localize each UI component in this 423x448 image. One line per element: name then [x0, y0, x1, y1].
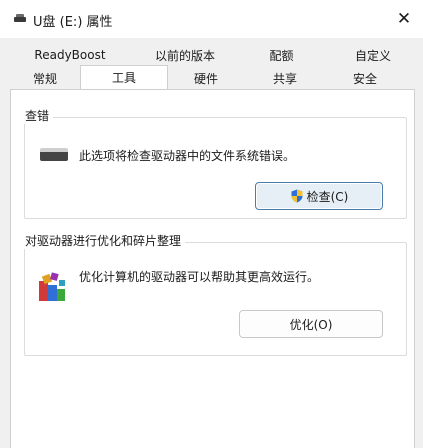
- check-button-label: 检查(C): [306, 189, 349, 204]
- error-check-title: 查错: [23, 107, 54, 124]
- tab-row-2: 常规 工具 硬件 共享 安全: [0, 65, 423, 89]
- optimize-group: 对驱动器进行优化和碎片整理 优化计算机的驱动器可以帮助其更高效运行。 优化(O): [23, 232, 407, 356]
- tab-customize[interactable]: 自定义: [323, 44, 423, 66]
- optimize-title: 对驱动器进行优化和碎片整理: [23, 232, 186, 249]
- error-check-group: 查错 此选项将检查驱动器中的文件系统错误。 检查(C): [23, 107, 407, 219]
- tab-readyboost[interactable]: ReadyBoost: [10, 44, 130, 66]
- tab-general[interactable]: 常规: [10, 67, 80, 89]
- optimize-button[interactable]: 优化(O): [239, 310, 383, 338]
- tab-row-1: ReadyBoost 以前的版本 配额 自定义: [0, 44, 423, 66]
- tools-tab-panel: 查错 此选项将检查驱动器中的文件系统错误。 检查(C) 对驱动器进行优化和碎片整…: [10, 89, 415, 448]
- tab-quota[interactable]: 配额: [240, 44, 323, 66]
- tab-tools[interactable]: 工具: [80, 65, 168, 89]
- tab-hardware[interactable]: 硬件: [168, 67, 244, 89]
- tab-previous-versions[interactable]: 以前的版本: [130, 44, 240, 66]
- tab-security[interactable]: 安全: [326, 67, 404, 89]
- close-icon: ✕: [396, 9, 412, 29]
- title-bar: U盘 (E:) 属性 ✕: [0, 0, 423, 38]
- optimize-button-label: 优化(O): [289, 317, 333, 332]
- error-check-description: 此选项将检查驱动器中的文件系统错误。: [79, 149, 296, 163]
- optimize-description: 优化计算机的驱动器可以帮助其更高效运行。: [79, 270, 320, 284]
- window-title: U盘 (E:) 属性: [33, 15, 113, 30]
- defrag-icon: [39, 272, 65, 301]
- close-button[interactable]: ✕: [385, 0, 423, 38]
- drive-icon: [40, 148, 68, 161]
- check-button[interactable]: 检查(C): [255, 182, 383, 210]
- uac-shield-icon: [291, 189, 303, 203]
- tab-sharing[interactable]: 共享: [244, 67, 326, 89]
- drive-title-icon: [14, 14, 26, 22]
